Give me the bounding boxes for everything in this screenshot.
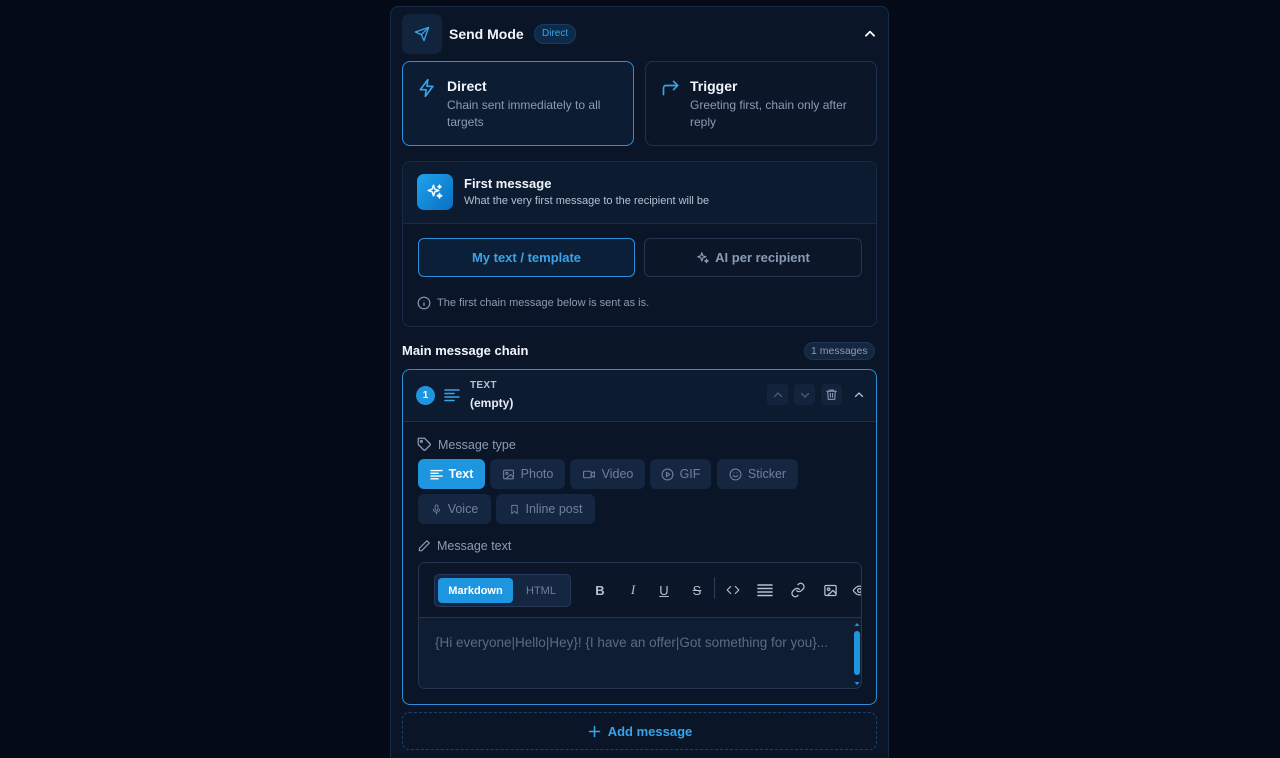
add-message-button[interactable]: Add message — [402, 712, 877, 750]
mode-direct-description: Chain sent immediately to all targets — [447, 98, 601, 129]
send-icon — [402, 14, 442, 54]
mode-direct-title: Direct — [447, 78, 487, 94]
strikethrough-button[interactable]: S — [687, 580, 707, 600]
chain-title: Main message chain — [402, 343, 529, 358]
type-chip-sticker-label: Sticker — [747, 467, 787, 481]
format-toggle: Markdown HTML — [434, 574, 571, 607]
info-icon — [417, 296, 431, 310]
ai-per-recipient-label: AI per recipient — [715, 250, 810, 265]
video-icon — [582, 470, 595, 478]
message-text-label: Message text — [437, 539, 512, 553]
first-message-header — [403, 162, 876, 224]
tag-icon — [417, 437, 431, 451]
type-chip-gif[interactable]: GIF — [650, 459, 711, 489]
message-number-badge: 1 — [416, 386, 435, 405]
bold-button[interactable]: B — [590, 580, 610, 600]
mode-trigger-title: Trigger — [690, 78, 738, 94]
editor-scroll-thumb[interactable] — [854, 631, 860, 675]
message-type-label: Message type — [438, 437, 516, 452]
play-circle-icon — [661, 468, 674, 480]
send-mode-title: Send Mode — [449, 26, 524, 42]
sparkles-small-icon — [697, 251, 710, 263]
chevron-up-small-icon — [854, 391, 863, 397]
message-type-label-row: Message type — [417, 437, 516, 452]
spoiler-button[interactable] — [849, 580, 861, 600]
italic-button[interactable]: I — [623, 580, 643, 600]
first-message-info: The first chain message below is sent as… — [417, 296, 649, 310]
message-textarea[interactable]: {Hi everyone|Hello|Hey}! {I have an offe… — [435, 632, 835, 653]
move-down-button[interactable] — [794, 384, 815, 405]
underline-button[interactable]: U — [654, 580, 674, 600]
toolbar-divider — [714, 577, 715, 599]
trash-icon — [826, 389, 837, 400]
image-button[interactable] — [820, 580, 840, 600]
mode-card-trigger[interactable]: Trigger Greeting first, chain only after… — [645, 61, 877, 146]
message-preview: (empty) — [470, 396, 514, 410]
quote-button[interactable] — [755, 580, 775, 600]
sparkles-icon — [417, 174, 453, 210]
type-chip-text[interactable]: Text — [418, 459, 485, 489]
code-icon — [726, 585, 740, 595]
type-chip-inline-post-label: Inline post — [525, 502, 583, 516]
collapse-message-button[interactable] — [848, 384, 869, 405]
ai-per-recipient-button[interactable]: AI per recipient — [644, 238, 862, 277]
type-chip-voice[interactable]: Voice — [418, 494, 491, 524]
message-editor: Markdown HTML B I U S {Hi everyone|Hello… — [418, 562, 862, 689]
add-message-label: Add message — [607, 723, 693, 739]
type-chip-voice-label: Voice — [447, 502, 479, 516]
pencil-icon — [418, 540, 430, 552]
link-button[interactable] — [788, 580, 808, 600]
message-type-tag: TEXT — [470, 380, 497, 391]
delete-button[interactable] — [821, 384, 842, 405]
editor-toolbar: Markdown HTML B I U S — [419, 563, 861, 618]
chevron-up-icon — [865, 30, 875, 37]
eye-icon — [852, 584, 861, 596]
type-chip-text-label: Text — [448, 467, 474, 481]
type-chip-photo[interactable]: Photo — [490, 459, 565, 489]
type-chip-video-label: Video — [601, 467, 634, 481]
mode-trigger-description: Greeting first, chain only after reply — [690, 98, 847, 129]
first-message-title: First message — [464, 176, 552, 191]
format-html-button[interactable]: HTML — [513, 578, 569, 603]
arrow-down-icon — [800, 392, 809, 398]
my-template-button[interactable]: My text / template — [418, 238, 635, 277]
link-icon — [791, 582, 805, 598]
microphone-icon — [432, 503, 440, 515]
code-button[interactable] — [723, 580, 743, 600]
type-chip-gif-label: GIF — [679, 467, 701, 481]
image-icon — [823, 584, 837, 596]
type-chip-video[interactable]: Video — [570, 459, 645, 489]
photo-icon — [502, 469, 514, 479]
bookmark-icon — [510, 504, 518, 514]
type-chip-sticker[interactable]: Sticker — [717, 459, 798, 489]
mode-card-direct[interactable]: Direct Chain sent immediately to all tar… — [402, 61, 634, 146]
info-text: The first chain message below is sent as… — [437, 297, 650, 309]
message-text-label-row: Message text — [417, 539, 511, 553]
arrow-up-icon — [773, 391, 782, 397]
redirect-arrow-icon — [660, 78, 680, 98]
my-template-label: My text / template — [471, 250, 582, 265]
smiley-icon — [729, 468, 742, 480]
plus-icon — [588, 725, 600, 737]
text-lines-icon — [444, 388, 460, 407]
type-chip-inline-post[interactable]: Inline post — [496, 494, 595, 524]
send-mode-badge: Direct — [534, 24, 577, 44]
message-count-badge: 1 messages — [804, 342, 875, 360]
move-up-button[interactable] — [767, 384, 788, 405]
lightning-icon — [417, 78, 437, 98]
collapse-button[interactable] — [860, 25, 880, 43]
align-icon — [757, 584, 773, 597]
first-message-subtitle: What the very first message to the recip… — [464, 195, 710, 207]
format-markdown-button[interactable]: Markdown — [438, 578, 513, 603]
type-chip-photo-label: Photo — [520, 467, 554, 481]
text-type-icon — [429, 469, 443, 480]
